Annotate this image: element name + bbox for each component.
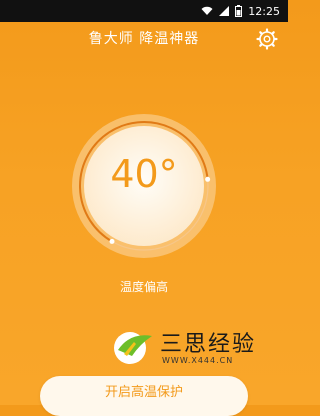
signal-icon <box>219 6 230 16</box>
watermark-url: WWW.X444.CN <box>162 356 234 365</box>
watermark: 三思经验 WWW.X444.CN <box>110 322 268 374</box>
wifi-icon <box>201 6 213 16</box>
temperature-value: 40° <box>110 152 178 196</box>
app-title: 鲁大师 降温神器 <box>88 31 200 47</box>
watermark-name: 三思经验 <box>160 332 257 357</box>
battery-icon <box>235 5 243 17</box>
settings-button[interactable] <box>256 28 278 50</box>
status-time: 12:25 <box>248 4 280 18</box>
dial-start-marker <box>109 238 115 244</box>
status-bar: 12:25 <box>0 0 288 22</box>
enable-high-temp-protection-button[interactable]: 开启高温保护 <box>40 376 248 416</box>
gear-icon <box>256 28 278 50</box>
watermark-logo-icon <box>114 332 152 364</box>
temperature-status: 温度偏高 <box>119 280 168 294</box>
